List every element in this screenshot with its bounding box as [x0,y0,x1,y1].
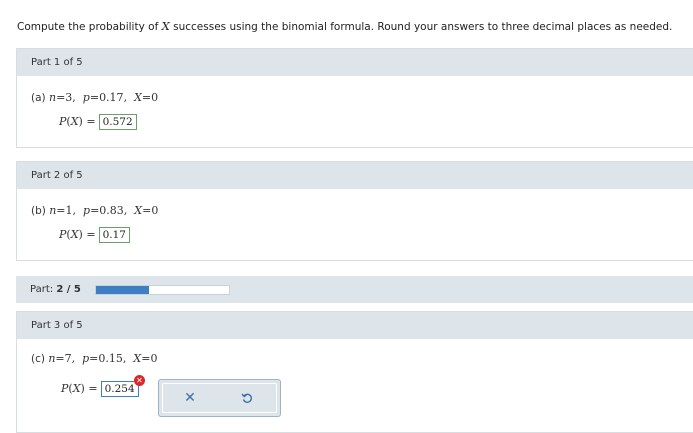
progress-track [95,285,230,295]
part-1-header: Part 1 of 5 [17,49,693,76]
clear-x-icon[interactable]: ✕ [180,389,200,407]
answer-action-panel: ✕ [158,379,281,417]
part-2-card: Part 2 of 5 (b) n=1, p=0.83, X=0 P(X) = 0… [16,161,693,261]
progress-bar: Part: 2 / 5 [16,276,693,303]
progress-fill [96,286,150,294]
part-2-question: (b) n=1, p=0.83, X=0 [31,204,159,217]
error-x-icon: ✕ [134,375,145,386]
part-2-header: Part 2 of 5 [17,162,693,189]
part-3-question: (c) n=7, p=0.15, X=0 [31,352,158,365]
part-2-answer-field[interactable]: 0.17 [98,227,130,243]
part-3-answer-field[interactable]: 0.254 [100,381,139,397]
instructions: Compute the probability of X successes u… [17,19,673,33]
part-3-card: Part 3 of 5 (c) n=7, p=0.15, X=0 P(X) = 0… [16,311,693,433]
part-1-card: Part 1 of 5 (a) n=3, p=0.17, X=0 P(X) = 0… [16,48,693,148]
part-2-answer-row: P(X) = 0.17 [59,227,130,243]
progress-label: Part: 2 / 5 [30,284,81,295]
part-1-answer-field[interactable]: 0.572 [98,114,137,130]
part-1-question: (a) n=3, p=0.17, X=0 [31,91,159,104]
undo-icon[interactable] [237,389,257,407]
part-3-answer-row: P(X) = 0.254 [61,381,139,397]
part-3-header: Part 3 of 5 [17,312,693,339]
part-1-answer-row: P(X) = 0.572 [59,114,137,130]
